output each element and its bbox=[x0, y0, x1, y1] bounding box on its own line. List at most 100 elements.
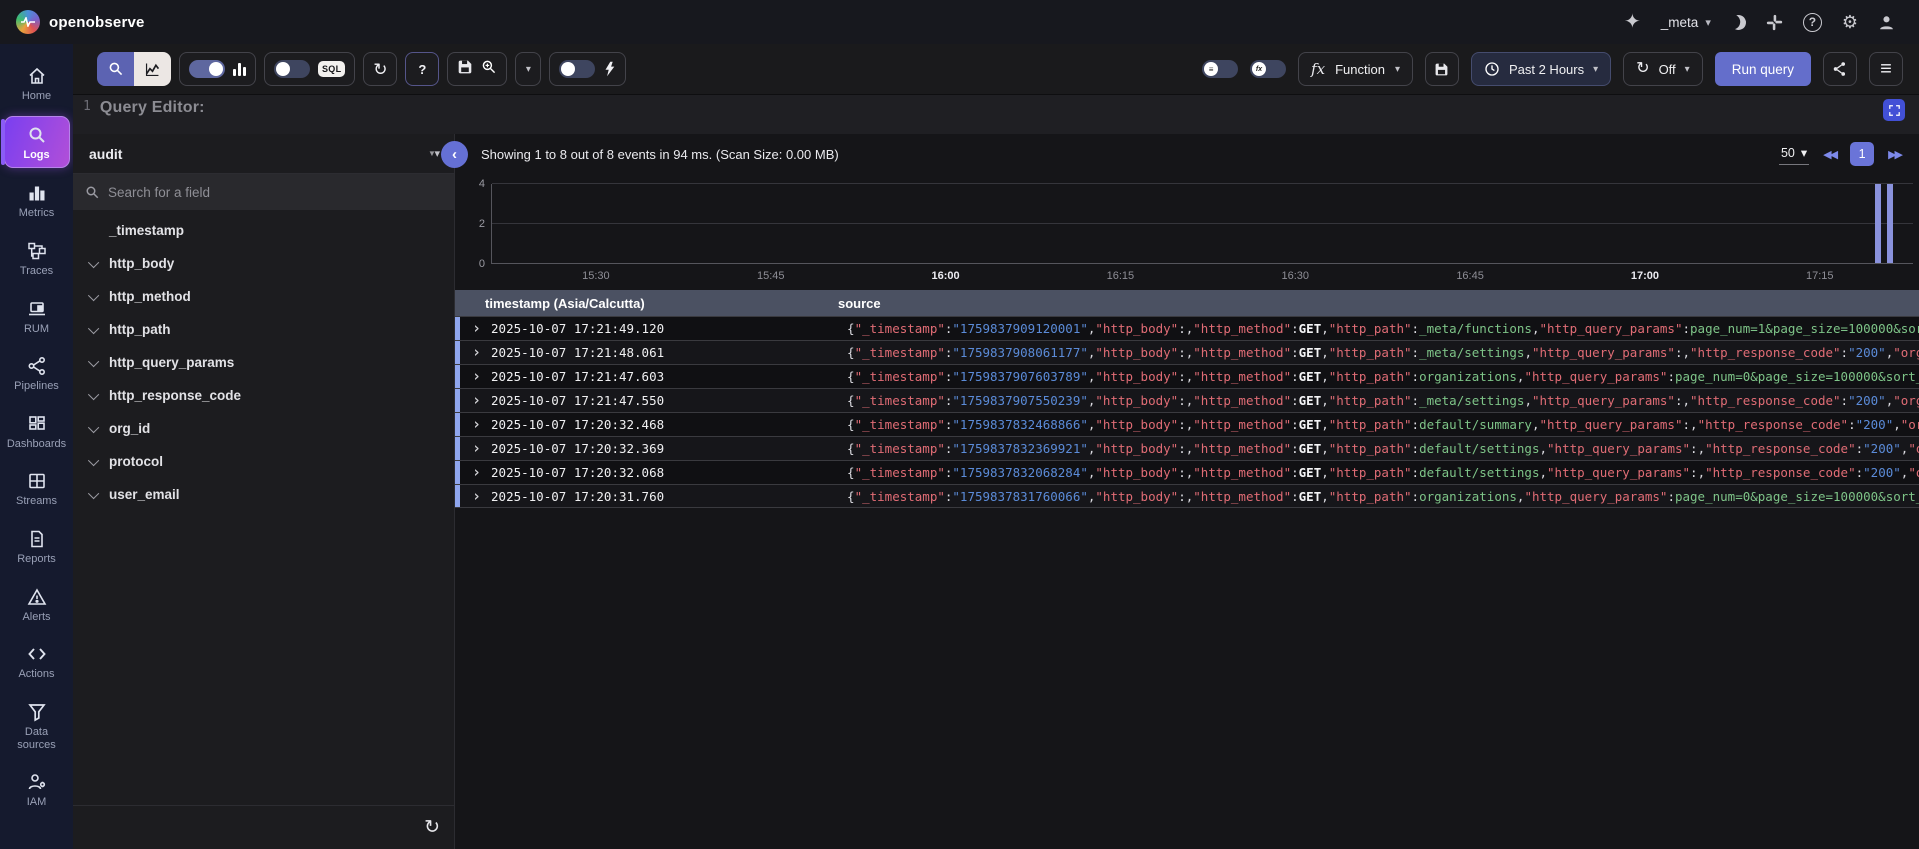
chevron-down-icon[interactable] bbox=[88, 322, 99, 333]
quick-mode-toggle[interactable] bbox=[559, 60, 595, 78]
save-function-button[interactable] bbox=[1425, 52, 1459, 86]
function-editor-toggle[interactable]: fx bbox=[1250, 60, 1286, 78]
table-row[interactable]: ›2025-10-07 17:21:47.603{"_timestamp":"1… bbox=[455, 364, 1919, 388]
profile-button[interactable] bbox=[1878, 14, 1895, 31]
openobserve-logo[interactable]: openobserve bbox=[16, 10, 145, 34]
chevron-down-icon[interactable] bbox=[88, 388, 99, 399]
current-page-button[interactable]: 1 bbox=[1850, 142, 1874, 166]
row-expand-icon[interactable]: › bbox=[472, 321, 481, 336]
sidebar-item-logs[interactable]: Logs bbox=[4, 116, 70, 169]
resize-handle-icon[interactable]: ▼ bbox=[428, 149, 436, 158]
field-item-http_response_code[interactable]: http_response_code bbox=[73, 379, 454, 412]
saved-views-dropdown[interactable]: ▾ bbox=[515, 52, 541, 86]
slack-button[interactable] bbox=[1766, 14, 1783, 31]
expand-editor-button[interactable] bbox=[1883, 99, 1905, 121]
org-selector[interactable]: _meta ▾ bbox=[1661, 15, 1711, 30]
menu-button[interactable]: ≡ bbox=[1869, 52, 1903, 86]
query-editor[interactable]: 1 Query Editor: bbox=[73, 94, 1919, 134]
cell-timestamp: 2025-10-07 17:20:32.468 bbox=[491, 417, 847, 432]
chevron-down-icon[interactable] bbox=[88, 289, 99, 300]
chevron-down-icon: ▾ bbox=[1593, 64, 1598, 75]
column-header-source[interactable]: source bbox=[838, 296, 1919, 311]
sidebar-item-dashboards[interactable]: Dashboards bbox=[4, 406, 70, 457]
sidebar-item-home[interactable]: Home bbox=[4, 58, 70, 109]
sidebar-item-traces[interactable]: Traces bbox=[4, 233, 70, 284]
stream-selector[interactable]: audit ▾ bbox=[73, 134, 454, 174]
field-item-user_email[interactable]: user_email bbox=[73, 478, 454, 511]
field-item-_timestamp[interactable]: _timestamp bbox=[73, 214, 454, 247]
settings-gear-icon[interactable]: ⚙ bbox=[1842, 13, 1858, 31]
run-query-button[interactable]: Run query bbox=[1715, 52, 1811, 86]
chevron-down-icon[interactable] bbox=[88, 355, 99, 366]
sidebar-item-iam[interactable]: IAM bbox=[4, 764, 70, 815]
field-search-input[interactable] bbox=[108, 185, 442, 200]
chevron-down-icon[interactable] bbox=[88, 256, 99, 267]
row-expand-icon[interactable]: › bbox=[472, 369, 481, 384]
saved-views-button[interactable] bbox=[481, 59, 497, 80]
save-search-button[interactable] bbox=[457, 59, 473, 80]
sidebar-item-label: Traces bbox=[20, 265, 53, 278]
sidebar-item-label: Logs bbox=[23, 149, 49, 162]
cell-source: {"_timestamp":"1759837832068284","http_b… bbox=[847, 465, 1919, 480]
field-item-org_id[interactable]: org_id bbox=[73, 412, 454, 445]
per-page-select[interactable]: 50 ▾ bbox=[1779, 143, 1809, 165]
field-item-http_path[interactable]: http_path bbox=[73, 313, 454, 346]
sidebar-item-streams[interactable]: Streams bbox=[4, 463, 70, 514]
row-expand-icon[interactable]: › bbox=[472, 417, 481, 432]
field-item-http_query_params[interactable]: http_query_params bbox=[73, 346, 454, 379]
column-header-timestamp[interactable]: timestamp (Asia/Calcutta) bbox=[455, 296, 838, 311]
table-row[interactable]: ›2025-10-07 17:20:32.068{"_timestamp":"1… bbox=[455, 460, 1919, 484]
table-row[interactable]: ›2025-10-07 17:20:31.760{"_timestamp":"1… bbox=[455, 484, 1919, 508]
search-mode-button[interactable] bbox=[97, 52, 134, 86]
row-expand-icon[interactable]: › bbox=[472, 489, 481, 504]
auto-refresh-dropdown[interactable]: ↻ Off ▾ bbox=[1623, 52, 1703, 86]
chevron-down-icon[interactable] bbox=[88, 421, 99, 432]
sidebar-item-metrics[interactable]: Metrics bbox=[4, 175, 70, 226]
help-icon[interactable]: ? bbox=[1803, 13, 1822, 32]
sidebar-item-label: Reports bbox=[17, 553, 56, 566]
histogram-bar[interactable] bbox=[1875, 184, 1881, 263]
histogram-chart[interactable]: 15:3015:4516:0016:1516:3016:4517:0017:15… bbox=[455, 174, 1919, 290]
sidebar-item-actions[interactable]: Actions bbox=[4, 636, 70, 687]
chart-gridline bbox=[492, 223, 1913, 224]
table-row[interactable]: ›2025-10-07 17:21:49.120{"_timestamp":"1… bbox=[455, 316, 1919, 340]
row-expand-icon[interactable]: › bbox=[472, 345, 481, 360]
time-range-picker[interactable]: Past 2 Hours ▾ bbox=[1471, 52, 1611, 86]
ai-sparkle-icon[interactable]: ✦ bbox=[1624, 12, 1641, 32]
brand-name: openobserve bbox=[49, 14, 145, 31]
cell-timestamp: 2025-10-07 17:21:48.061 bbox=[491, 345, 847, 360]
function-dropdown[interactable]: fx Function ▾ bbox=[1298, 52, 1413, 86]
field-item-http_method[interactable]: http_method bbox=[73, 280, 454, 313]
sidebar-item-reports[interactable]: Reports bbox=[4, 521, 70, 572]
row-expand-icon[interactable]: › bbox=[472, 441, 481, 456]
help-query-button[interactable]: ? bbox=[405, 52, 439, 86]
sql-mode-toggle[interactable] bbox=[274, 60, 310, 78]
field-item-http_body[interactable]: http_body bbox=[73, 247, 454, 280]
sidebar-item-pipelines[interactable]: Pipelines bbox=[4, 348, 70, 399]
refresh-fields-icon[interactable]: ↻ bbox=[424, 816, 440, 839]
transforms-toggle[interactable]: ≡ bbox=[1202, 60, 1238, 78]
share-link-button[interactable] bbox=[1823, 52, 1857, 86]
histogram-icon bbox=[233, 62, 246, 76]
field-item-protocol[interactable]: protocol bbox=[73, 445, 454, 478]
row-expand-icon[interactable]: › bbox=[472, 393, 481, 408]
sidebar-item-data-sources[interactable]: Data sources bbox=[4, 694, 70, 757]
table-row[interactable]: ›2025-10-07 17:21:47.550{"_timestamp":"1… bbox=[455, 388, 1919, 412]
reset-filters-button[interactable]: ↻ bbox=[363, 52, 397, 86]
collapse-fields-button[interactable]: ‹ bbox=[441, 141, 468, 168]
chevron-down-icon[interactable] bbox=[88, 454, 99, 465]
chart-mode-button[interactable] bbox=[134, 52, 171, 86]
histogram-bar[interactable] bbox=[1887, 184, 1893, 263]
table-row[interactable]: ›2025-10-07 17:20:32.468{"_timestamp":"1… bbox=[455, 412, 1919, 436]
next-page-button[interactable]: ▶▶ bbox=[1888, 148, 1901, 161]
field-name: http_query_params bbox=[109, 355, 234, 370]
histogram-toggle[interactable] bbox=[189, 60, 225, 78]
sidebar-item-rum[interactable]: RUM bbox=[4, 291, 70, 342]
sidebar-item-alerts[interactable]: Alerts bbox=[4, 579, 70, 630]
table-row[interactable]: ›2025-10-07 17:21:48.061{"_timestamp":"1… bbox=[455, 340, 1919, 364]
table-row[interactable]: ›2025-10-07 17:20:32.369{"_timestamp":"1… bbox=[455, 436, 1919, 460]
dark-mode-toggle[interactable] bbox=[1731, 15, 1746, 30]
row-expand-icon[interactable]: › bbox=[472, 465, 481, 480]
chevron-down-icon[interactable] bbox=[88, 487, 99, 498]
first-page-button[interactable]: ◀◀ bbox=[1823, 148, 1836, 161]
